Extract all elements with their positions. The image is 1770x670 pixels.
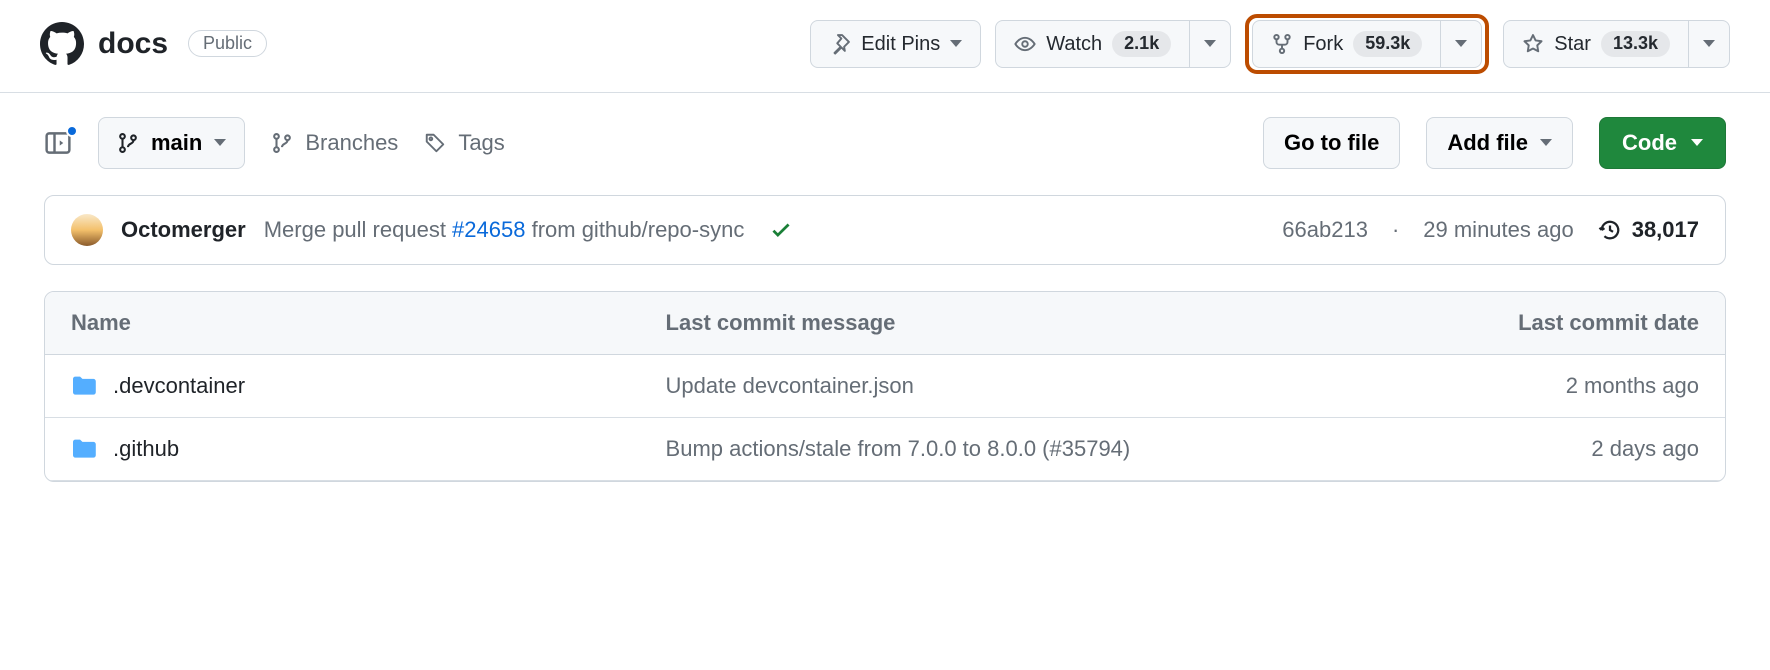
code-label: Code [1622,130,1677,156]
tags-label: Tags [458,130,504,156]
repo-action-buttons: Edit Pins Watch 2.1k [810,20,1730,68]
add-file-button[interactable]: Add file [1426,117,1573,169]
fork-group: Fork 59.3k [1252,20,1482,68]
side-panel-toggle[interactable] [44,129,72,157]
branch-selector[interactable]: main [98,117,245,169]
star-group: Star 13.3k [1503,20,1730,68]
code-button[interactable]: Code [1599,117,1726,169]
commit-msg-suffix: from github/repo-sync [525,217,744,242]
star-icon [1522,33,1544,55]
fork-button[interactable]: Fork 59.3k [1252,20,1441,68]
edit-pins-button[interactable]: Edit Pins [810,20,981,68]
star-label: Star [1554,32,1591,56]
branch-name: main [151,130,202,156]
watch-count: 2.1k [1112,31,1171,57]
commit-history-link[interactable]: 38,017 [1598,217,1699,243]
watch-button[interactable]: Watch 2.1k [995,20,1190,68]
tags-link[interactable]: Tags [424,130,504,156]
commit-meta: 66ab213 · 29 minutes ago 38,017 [1282,217,1699,243]
separator: · [1392,217,1399,243]
go-to-file-label: Go to file [1284,130,1379,156]
chevron-down-icon [1540,139,1552,146]
pin-icon [829,33,851,55]
file-table: Name Last commit message Last commit dat… [44,291,1726,482]
file-date: 2 months ago [1379,373,1699,399]
tag-icon [424,132,446,154]
fork-label: Fork [1303,32,1343,56]
star-dropdown-button[interactable] [1689,20,1730,68]
folder-icon [71,375,97,397]
chevron-down-icon [1703,40,1715,47]
table-row[interactable]: .devcontainer Update devcontainer.json 2… [45,355,1725,418]
fork-icon [1271,33,1293,55]
chevron-down-icon [214,139,226,146]
fork-dropdown-button[interactable] [1441,20,1482,68]
latest-commit: Octomerger Merge pull request #24658 fro… [44,195,1726,265]
col-name: Name [71,310,666,336]
branches-link[interactable]: Branches [271,130,398,156]
edit-pins-label: Edit Pins [861,32,940,56]
branch-icon [117,132,139,154]
github-logo-icon [40,22,84,66]
file-date: 2 days ago [1379,436,1699,462]
go-to-file-button[interactable]: Go to file [1263,117,1400,169]
notification-dot-icon [66,125,78,137]
visibility-badge: Public [188,30,267,57]
branches-label: Branches [305,130,398,156]
watch-dropdown-button[interactable] [1190,20,1231,68]
eye-icon [1014,33,1036,55]
col-message: Last commit message [666,310,1379,336]
folder-icon [71,438,97,460]
watch-label: Watch [1046,32,1102,56]
file-name-link[interactable]: .github [113,436,179,462]
edit-pins-group: Edit Pins [810,20,981,68]
chevron-down-icon [950,40,962,47]
commit-author-link[interactable]: Octomerger [121,217,246,243]
chevron-down-icon [1455,40,1467,47]
star-button[interactable]: Star 13.3k [1503,20,1689,68]
repo-header: docs Public Edit Pins Watch 2.1k [0,0,1770,93]
chevron-down-icon [1691,139,1703,146]
check-icon[interactable] [770,219,792,241]
commit-count-value: 38,017 [1632,217,1699,243]
commit-message-link[interactable]: Bump actions/stale from 7.0.0 to 8.0.0 (… [666,436,1131,461]
fork-highlight: Fork 59.3k [1245,14,1489,74]
commit-msg-prefix: Merge pull request [264,217,452,242]
add-file-label: Add file [1447,130,1528,156]
commit-message-link[interactable]: Update devcontainer.json [666,373,914,398]
star-count: 13.3k [1601,31,1670,57]
chevron-down-icon [1204,40,1216,47]
file-table-header: Name Last commit message Last commit dat… [45,292,1725,355]
branch-icon [271,132,293,154]
avatar[interactable] [71,214,103,246]
file-name-link[interactable]: .devcontainer [113,373,245,399]
code-toolbar: main Branches Tags Go to file Add file C… [44,117,1726,169]
watch-group: Watch 2.1k [995,20,1231,68]
commit-message[interactable]: Merge pull request #24658 from github/re… [264,217,745,243]
col-date: Last commit date [1379,310,1699,336]
repo-name-link[interactable]: docs [98,27,168,61]
fork-count: 59.3k [1353,31,1422,57]
table-row[interactable]: .github Bump actions/stale from 7.0.0 to… [45,418,1725,481]
commit-time: 29 minutes ago [1423,217,1573,243]
history-icon [1598,218,1622,242]
pr-link[interactable]: #24658 [452,217,525,242]
repo-identity: docs Public [40,22,267,66]
commit-sha-link[interactable]: 66ab213 [1282,217,1368,243]
code-section: main Branches Tags Go to file Add file C… [0,93,1770,506]
